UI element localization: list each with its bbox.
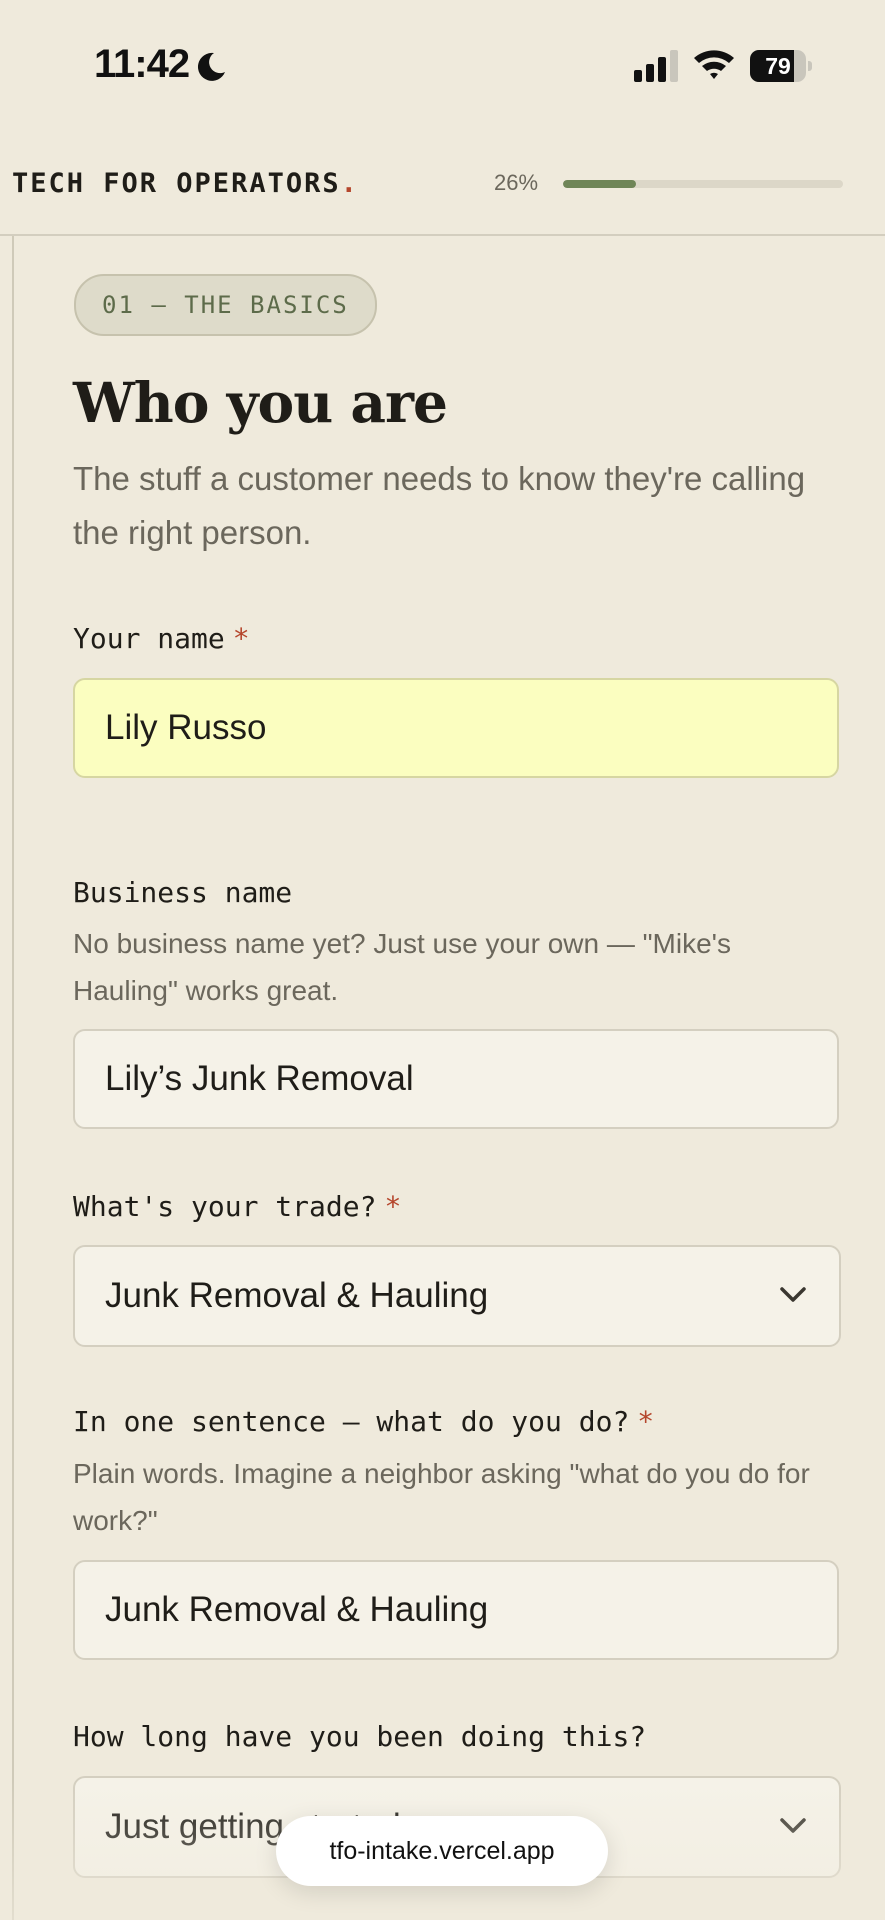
- left-divider: [12, 236, 14, 1920]
- one-sentence-hint: Plain words. Imagine a neighbor asking "…: [73, 1458, 810, 1536]
- progress-percent: 26%: [494, 170, 539, 195]
- battery-icon: 79: [750, 50, 812, 82]
- section-badge: 01 — THE BASICS: [74, 274, 377, 336]
- chevron-down-icon: [780, 1287, 806, 1302]
- one-sentence-label: In one sentence — what do you do? *: [73, 1405, 655, 1438]
- brand-logo[interactable]: TECH FOR OPERATORS.: [12, 168, 359, 199]
- business-name-label: Business name: [73, 876, 293, 909]
- brand-dot: .: [340, 168, 359, 199]
- your-name-label: Your name *: [73, 622, 250, 655]
- app-header: TECH FOR OPERATORS. 26%: [0, 130, 885, 236]
- chevron-down-icon: [780, 1818, 806, 1833]
- cellular-signal-icon: [634, 50, 678, 82]
- battery-level-text: 79: [765, 53, 791, 79]
- moon-icon: [197, 52, 225, 81]
- experience-duration-label: How long have you been doing this?: [73, 1720, 647, 1753]
- browser-url-pill[interactable]: tfo-intake.vercel.app: [276, 1816, 608, 1886]
- wifi-icon: [694, 50, 734, 79]
- progress-bar: [563, 180, 843, 188]
- required-marker: *: [637, 1405, 655, 1438]
- page-title: Who you are: [73, 370, 448, 435]
- status-bar: 11:42 79: [0, 0, 885, 130]
- trade-select-value: Junk Removal & Hauling: [105, 1276, 489, 1315]
- trade-select[interactable]: Junk Removal & Hauling: [73, 1245, 841, 1347]
- business-name-hint: No business name yet? Just use your own …: [73, 928, 732, 1006]
- progress-bar-fill: [563, 180, 636, 188]
- brand-text: TECH FOR OPERATORS: [12, 168, 341, 199]
- business-name-input[interactable]: [73, 1029, 839, 1129]
- page-subtitle: The stuff a customer needs to know they'…: [73, 460, 806, 551]
- status-time: 11:42: [94, 42, 190, 86]
- required-marker: *: [384, 1190, 402, 1223]
- one-sentence-input[interactable]: [73, 1560, 839, 1660]
- your-name-input[interactable]: [73, 678, 839, 778]
- required-marker: *: [232, 622, 250, 655]
- trade-label: What's your trade? *: [73, 1190, 402, 1223]
